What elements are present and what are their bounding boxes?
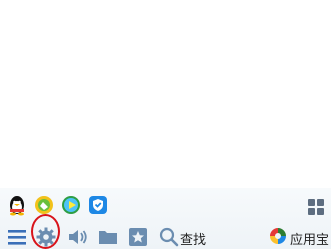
search-label[interactable]: 查找 bbox=[180, 229, 206, 248]
menu-icon[interactable] bbox=[6, 226, 28, 248]
speaker-icon[interactable] bbox=[67, 226, 89, 248]
security-shield-icon[interactable] bbox=[87, 194, 109, 216]
settings-highlight-circle bbox=[31, 214, 60, 249]
star-icon[interactable] bbox=[127, 226, 149, 248]
app-store-icon[interactable] bbox=[268, 226, 288, 248]
cloud-music-icon[interactable] bbox=[33, 194, 55, 216]
search-icon[interactable] bbox=[158, 226, 180, 248]
app-grid-icon[interactable] bbox=[307, 198, 325, 216]
media-player-icon[interactable] bbox=[60, 194, 82, 216]
folder-icon[interactable] bbox=[97, 226, 119, 248]
qq-penguin-icon[interactable] bbox=[6, 194, 28, 216]
blank-content-area bbox=[0, 0, 331, 188]
desktop-screen: 查找 应用宝 bbox=[0, 0, 331, 249]
app-store-label[interactable]: 应用宝 bbox=[290, 229, 329, 248]
